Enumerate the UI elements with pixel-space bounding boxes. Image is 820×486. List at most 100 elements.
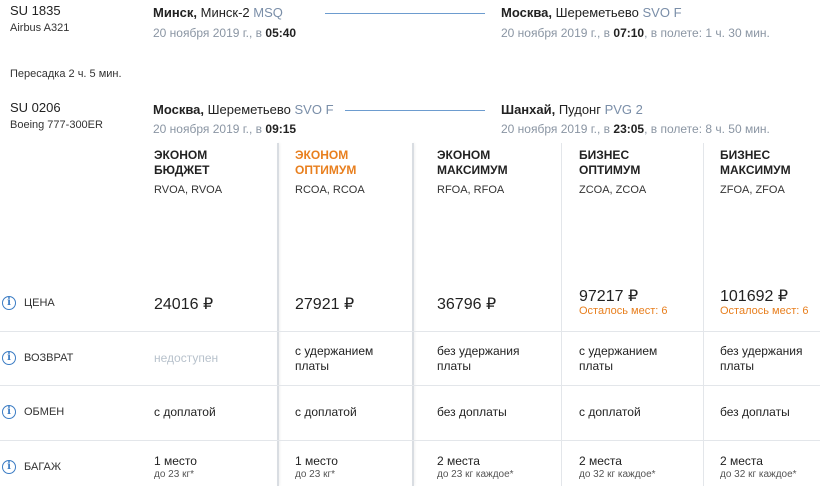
fare-title-line: МАКСИМУМ <box>720 163 791 177</box>
info-icon[interactable]: i <box>2 296 16 310</box>
flight-number: SU 0206 <box>10 100 61 115</box>
flight-duration: , в полете: 8 ч. 50 мин. <box>644 122 770 136</box>
row-divider <box>0 331 820 332</box>
exchange-value: без доплаты <box>437 405 507 419</box>
arrival-datetime: 20 ноября 2019 г., в 07:10, в полете: 1 … <box>501 26 770 40</box>
fare-title-line: ОПТИМУМ <box>579 163 641 177</box>
arrival-time: 23:05 <box>613 122 645 136</box>
refund-value: с удержанием платы <box>295 344 374 373</box>
refund-value: с удержанием платы <box>579 344 658 373</box>
baggage-weight: до 32 кг каждое* <box>579 469 656 480</box>
row-divider <box>0 385 820 386</box>
fare-title-line: ЭКОНОМ <box>437 148 491 162</box>
arrival-airport-code: PVG 2 <box>604 102 643 117</box>
fare-price[interactable]: 101692 ₽ <box>720 286 788 306</box>
fare-price[interactable]: 24016 ₽ <box>154 294 213 314</box>
fare-column-divider <box>277 143 279 486</box>
row-label-text: БАГАЖ <box>24 461 62 473</box>
departure-datetime: 20 ноября 2019 г., в 09:15 <box>153 122 296 136</box>
route-line <box>345 110 485 111</box>
row-label-exchange[interactable]: i ОБМЕН <box>2 405 64 419</box>
baggage-weight: до 32 кг каждое* <box>720 469 797 480</box>
departure-airport-name: Минск-2 <box>197 5 254 20</box>
fare-title-line: БЮДЖЕТ <box>154 163 210 177</box>
info-icon[interactable]: i <box>2 405 16 419</box>
departure-airport-code: MSQ <box>253 5 283 20</box>
flight-number: SU 1835 <box>10 3 61 18</box>
row-label-text: ЦЕНА <box>24 297 55 309</box>
fare-title-economy-maximum[interactable]: ЭКОНОМ МАКСИМУМ <box>437 148 508 178</box>
departure-airport: Москва, Шереметьево SVO F <box>153 102 334 117</box>
baggage-weight: до 23 кг каждое* <box>437 469 514 480</box>
row-label-text: ОБМЕН <box>24 406 65 418</box>
baggage-weight: до 23 кг* <box>154 469 194 480</box>
fare-title-business-maximum[interactable]: БИЗНЕС МАКСИМУМ <box>720 148 791 178</box>
fare-codes: ZCOA, ZCOA <box>579 184 647 196</box>
baggage-weight: до 23 кг* <box>295 469 335 480</box>
exchange-value: без доплаты <box>720 405 790 419</box>
departure-time: 05:40 <box>265 26 297 40</box>
fare-title-line: МАКСИМУМ <box>437 163 508 177</box>
row-label-text: ВОЗВРАТ <box>24 352 74 364</box>
fare-title-economy-optimum[interactable]: ЭКОНОМ ОПТИМУМ <box>295 148 356 178</box>
arrival-airport-code: SVO F <box>642 5 682 20</box>
row-label-baggage[interactable]: i БАГАЖ <box>2 460 61 474</box>
row-label-price[interactable]: i ЦЕНА <box>2 296 55 310</box>
departure-date: 20 ноября 2019 г., в <box>153 26 266 40</box>
aircraft-type: Airbus A321 <box>10 22 70 34</box>
departure-city: Минск, <box>153 5 198 20</box>
baggage-allowance: 1 место <box>154 454 197 468</box>
fare-price[interactable]: 97217 ₽ <box>579 286 638 306</box>
departure-date: 20 ноября 2019 г., в <box>153 122 266 136</box>
fare-codes: ZFOA, ZFOA <box>720 184 785 196</box>
fare-title-line: БИЗНЕС <box>720 148 771 162</box>
arrival-city: Москва, <box>501 5 552 20</box>
fare-title-economy-budget[interactable]: ЭКОНОМ БЮДЖЕТ <box>154 148 209 178</box>
departure-airport: Минск, Минск-2 MSQ <box>153 5 283 20</box>
refund-value: без удержания платы <box>720 344 803 373</box>
departure-datetime: 20 ноября 2019 г., в 05:40 <box>153 26 296 40</box>
fare-column-divider <box>412 143 414 486</box>
fare-codes: RFOA, RFOA <box>437 184 505 196</box>
departure-airport-code: SVO F <box>294 102 334 117</box>
fare-price[interactable]: 27921 ₽ <box>295 294 354 314</box>
info-icon[interactable]: i <box>2 351 16 365</box>
exchange-value: с доплатой <box>579 405 641 419</box>
fare-title-business-optimum[interactable]: БИЗНЕС ОПТИМУМ <box>579 148 640 178</box>
departure-city: Москва, <box>153 102 204 117</box>
row-label-refund[interactable]: i ВОЗВРАТ <box>2 351 73 365</box>
fare-price[interactable]: 36796 ₽ <box>437 294 496 314</box>
baggage-allowance: 2 места <box>720 454 763 468</box>
flight-duration: , в полете: 1 ч. 30 мин. <box>644 26 770 40</box>
refund-value: недоступен <box>154 351 219 365</box>
fare-codes: RCOA, RCOA <box>295 184 365 196</box>
exchange-value: с доплатой <box>154 405 216 419</box>
arrival-airport-name: Пудонг <box>555 102 605 117</box>
arrival-airport: Шанхай, Пудонг PVG 2 <box>501 102 643 117</box>
transfer-info: Пересадка 2 ч. 5 мин. <box>10 68 122 80</box>
aircraft-type: Boeing 777-300ER <box>10 119 103 131</box>
departure-time: 09:15 <box>265 122 297 136</box>
seats-left-badge: Осталось мест: 6 <box>720 305 809 317</box>
fare-title-line: ЭКОНОМ <box>154 148 208 162</box>
departure-airport-name: Шереметьево <box>204 102 295 117</box>
arrival-city: Шанхай, <box>501 102 556 117</box>
info-icon[interactable]: i <box>2 460 16 474</box>
route-line <box>325 13 485 14</box>
baggage-allowance: 2 места <box>579 454 622 468</box>
arrival-date: 20 ноября 2019 г., в <box>501 122 614 136</box>
refund-value: без удержания платы <box>437 344 520 373</box>
fare-title-line: ЭКОНОМ <box>295 148 349 162</box>
seats-left-badge: Осталось мест: 6 <box>579 305 668 317</box>
fare-column-divider <box>703 143 704 486</box>
fare-title-line: БИЗНЕС <box>579 148 630 162</box>
arrival-airport: Москва, Шереметьево SVO F <box>501 5 682 20</box>
exchange-value: с доплатой <box>295 405 357 419</box>
arrival-datetime: 20 ноября 2019 г., в 23:05, в полете: 8 … <box>501 122 770 136</box>
baggage-allowance: 1 место <box>295 454 338 468</box>
baggage-allowance: 2 места <box>437 454 480 468</box>
arrival-airport-name: Шереметьево <box>552 5 643 20</box>
fare-title-line: ОПТИМУМ <box>295 163 357 177</box>
arrival-time: 07:10 <box>613 26 645 40</box>
fare-codes: RVOA, RVOA <box>154 184 223 196</box>
